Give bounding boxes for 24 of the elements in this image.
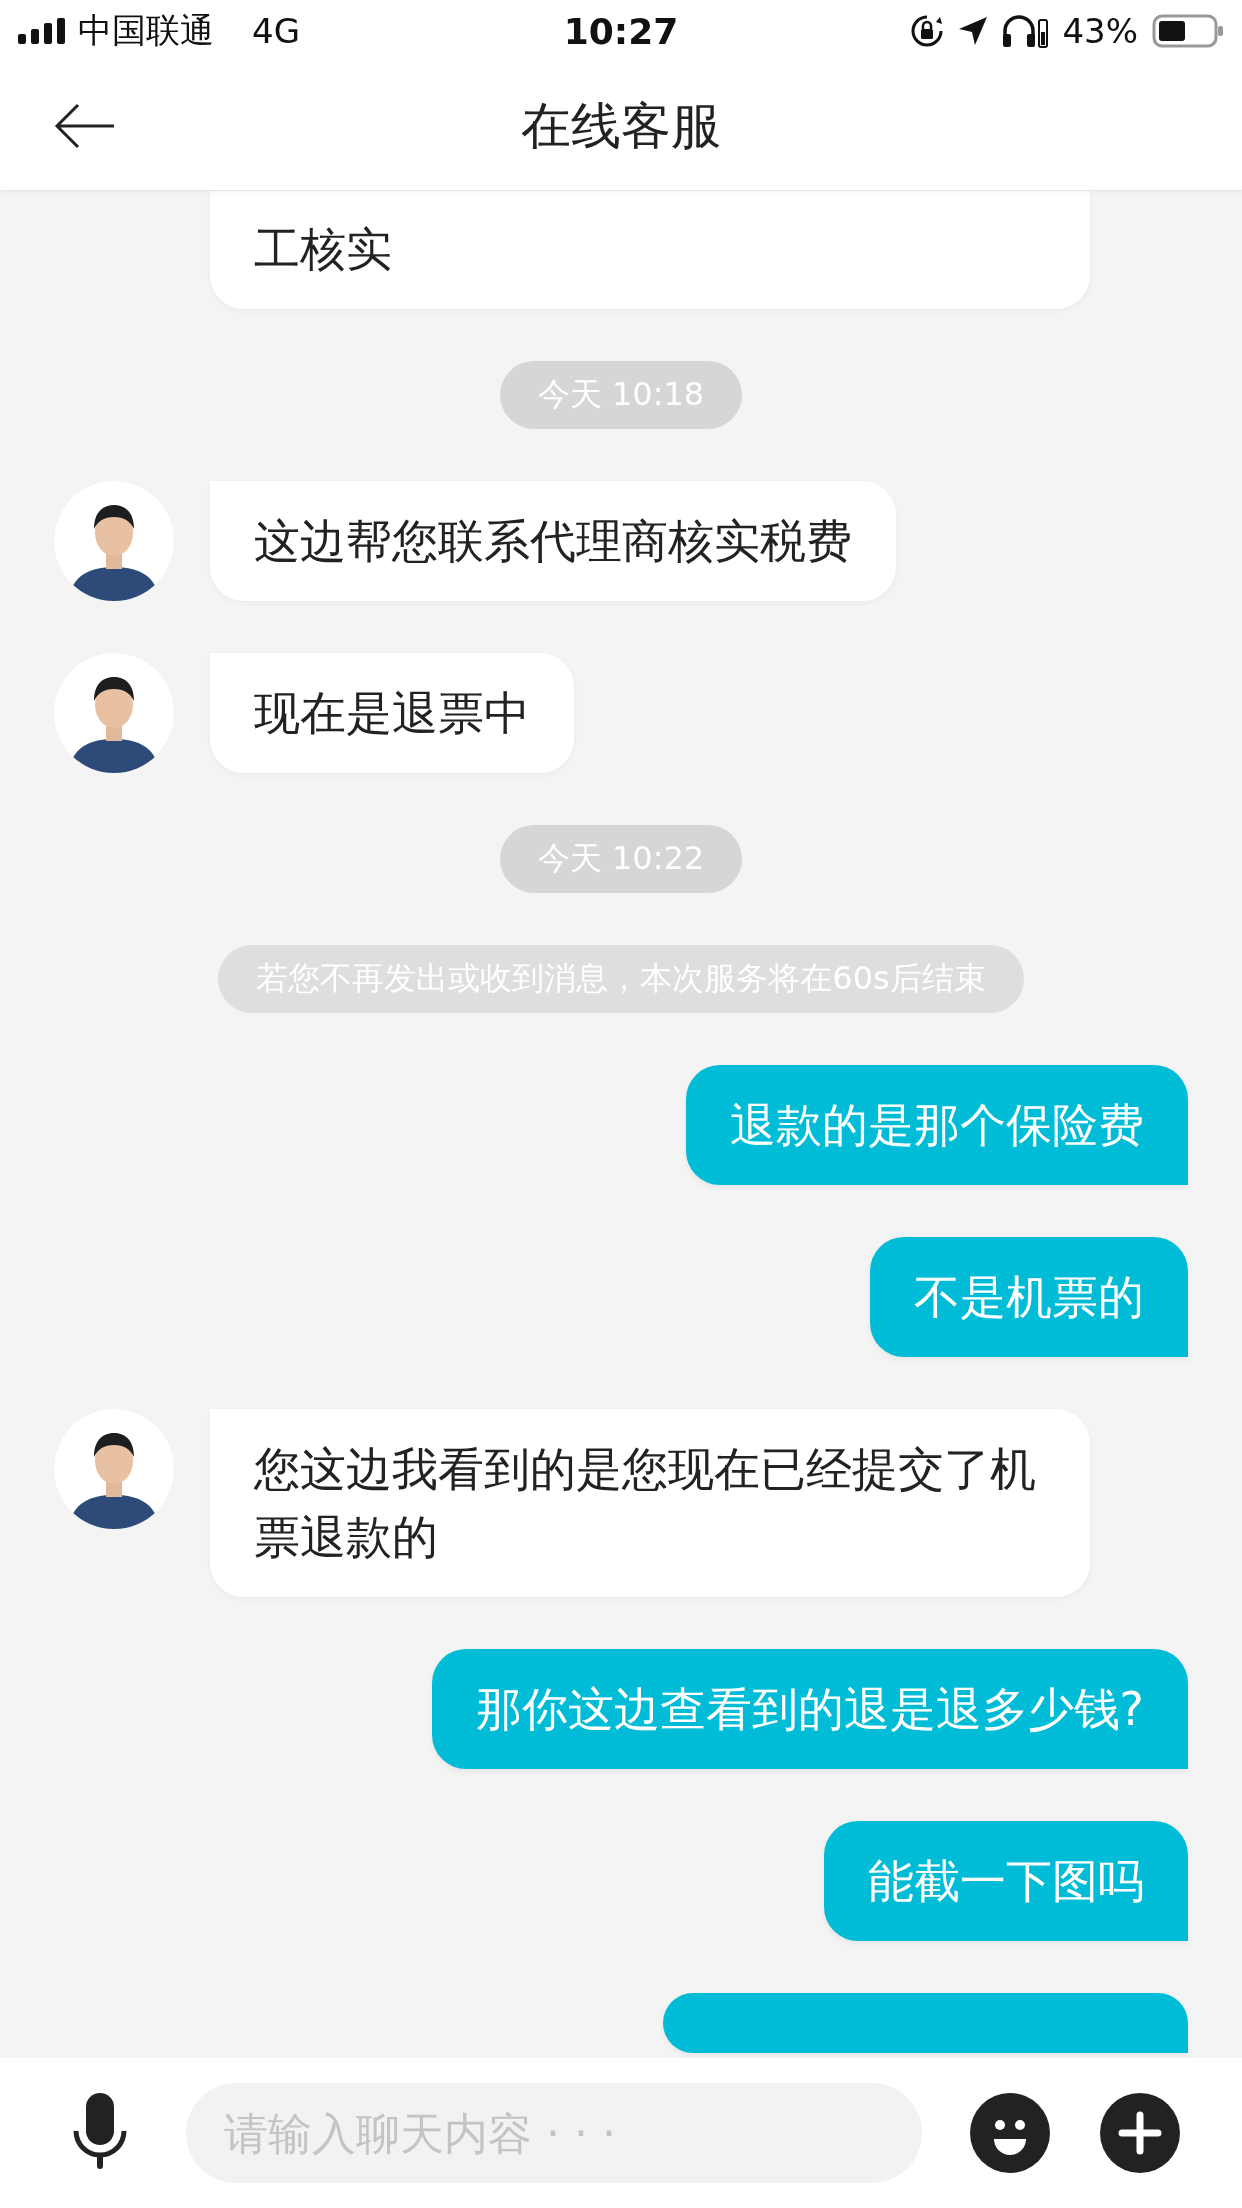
avatar-icon [54, 481, 174, 601]
avatar-icon [54, 653, 174, 773]
user-message: 那你这边查看到的退是退多少钱? [431, 1649, 1188, 1769]
avatar-icon [54, 1409, 174, 1529]
back-arrow-icon[interactable] [54, 103, 116, 149]
carrier-name: 中国联通 [78, 9, 214, 52]
agent-message: 工核实 [210, 191, 1090, 309]
battery-percent: 43% [1062, 11, 1138, 51]
user-message: 退款的是那个保险费 [686, 1065, 1188, 1185]
emoji-button-icon[interactable] [970, 2093, 1050, 2173]
headphones-icon [1002, 14, 1049, 48]
agent-message: 现在是退票中 [210, 653, 574, 773]
rotation-lock-icon [910, 14, 945, 48]
agent-message: 您这边我看到的是您现在已经提交了机票退款的 [210, 1409, 1090, 1597]
battery-icon [1152, 14, 1224, 48]
location-arrow-icon [958, 16, 989, 46]
page-title: 在线客服 [521, 95, 721, 157]
network-type: 4G [252, 11, 300, 51]
plus-icon[interactable] [1100, 2093, 1180, 2173]
status-time: 10:27 [563, 10, 679, 52]
agent-message: 这边帮您联系代理商核实税费 [210, 481, 896, 601]
user-message: 能截一下图吗 [824, 1821, 1188, 1941]
signal-icon [18, 18, 66, 44]
user-message: 不是机票的 [870, 1237, 1188, 1357]
